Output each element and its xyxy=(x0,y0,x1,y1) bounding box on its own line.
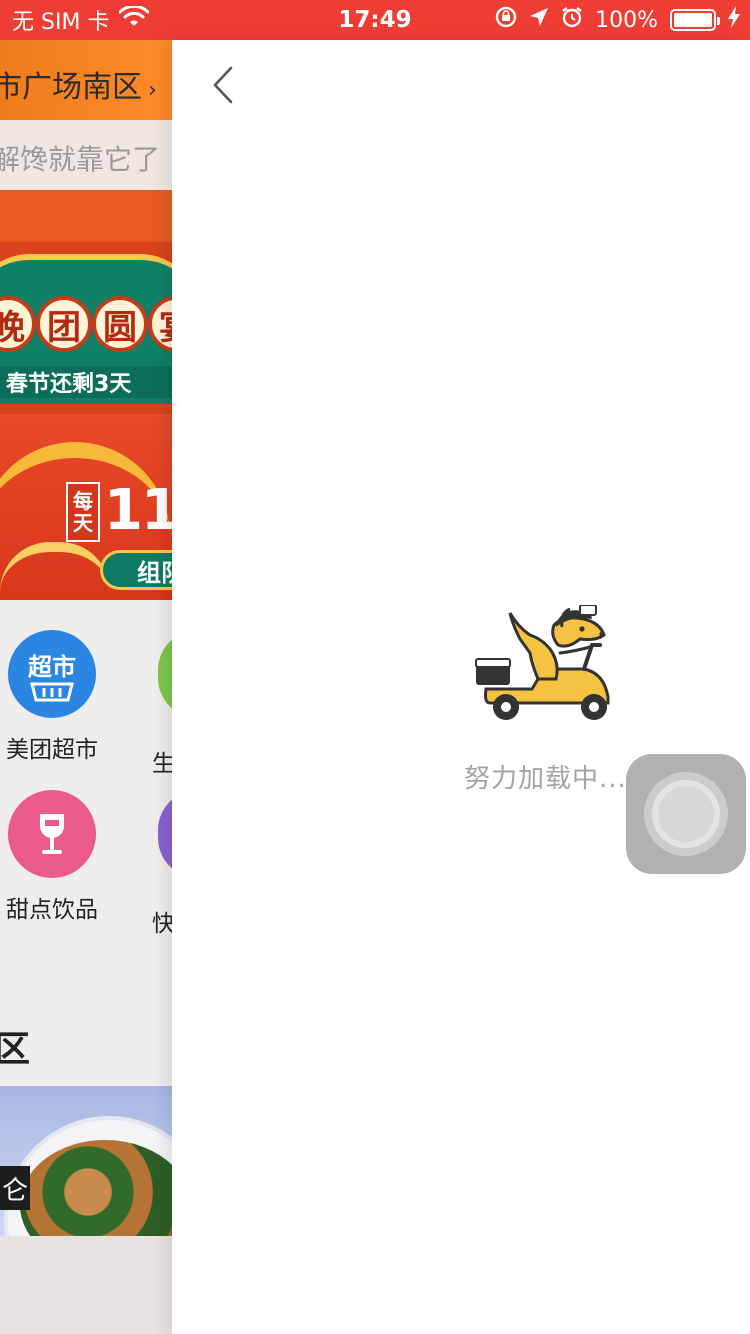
food-tag: 仑 xyxy=(0,1166,30,1210)
battery-percent: 100% xyxy=(595,7,658,33)
supermarket-icon-text: 超市 xyxy=(28,652,76,681)
back-button[interactable] xyxy=(200,62,246,108)
food-card[interactable]: 仑 xyxy=(0,1086,172,1236)
search-bar[interactable]: 解馋就靠它了 xyxy=(0,120,172,190)
address-selector[interactable]: 市广场南区 › xyxy=(0,62,157,106)
search-placeholder: 解馋就靠它了 xyxy=(0,143,161,176)
address-text: 市广场南区 xyxy=(0,70,142,105)
category-partial-icon[interactable] xyxy=(158,630,172,718)
banner-badge: 晚 xyxy=(0,296,36,352)
banner-daily-label: 每 天 xyxy=(66,482,100,542)
section-title: 区 xyxy=(0,1029,31,1070)
location-arrow-icon xyxy=(529,7,549,33)
orientation-lock-icon xyxy=(495,6,517,34)
category-label: 美团超市 xyxy=(6,737,98,763)
category-partial-label: 快 xyxy=(152,911,172,937)
banner-tag: 组队 xyxy=(100,550,172,590)
assistive-touch-ring-outer xyxy=(644,772,728,856)
status-bar: 无 SIM 卡 17:49 100% xyxy=(0,0,750,40)
home-header: 市广场南区 › xyxy=(0,40,172,120)
chevron-left-icon xyxy=(213,66,233,104)
banner-badge: 宴 xyxy=(148,296,172,352)
assistive-touch-button[interactable] xyxy=(626,754,746,874)
assistive-touch-core xyxy=(658,786,714,842)
battery-icon xyxy=(670,9,720,31)
banner-daily-char: 天 xyxy=(73,511,93,535)
supermarket-icon: 超市 xyxy=(8,630,96,718)
banner-ribbon: 春节还剩3天 xyxy=(0,366,172,398)
charging-icon xyxy=(728,6,740,34)
promo-banner[interactable]: 晚 团 圆 宴 春节还剩3天 每 天 11 组队 xyxy=(0,242,172,600)
loading-text: 努力加载中... xyxy=(464,764,627,794)
assistive-touch-ring-inner xyxy=(652,780,720,848)
banner-big-number: 11 xyxy=(104,478,172,543)
category-label: 甜点饮品 xyxy=(6,897,98,923)
previous-screen: 市广场南区› 解馋就靠它了 晚 团 圆 宴 春节还剩3天 每 天 11 组队 超… xyxy=(0,40,172,1334)
banner-daily-char: 每 xyxy=(73,489,93,513)
header-band xyxy=(0,190,172,242)
status-right: 100% xyxy=(495,0,740,40)
banner-badge: 团 xyxy=(36,296,92,352)
wine-glass-icon xyxy=(8,790,96,878)
alarm-icon xyxy=(561,6,583,34)
banner-badge: 圆 xyxy=(92,296,148,352)
loading-panel: 努力加载中... xyxy=(172,40,750,1334)
address-chevron-icon: › xyxy=(148,78,157,103)
bottom-area xyxy=(0,1236,172,1334)
category-partial-icon[interactable] xyxy=(158,790,172,878)
banner-badges: 晚 团 圆 宴 xyxy=(0,296,172,352)
category-supermarket[interactable]: 超市 美团超市 xyxy=(0,630,117,764)
kangaroo-scooter-icon xyxy=(472,604,622,725)
category-partial-label: 生 xyxy=(152,751,172,777)
category-desserts[interactable]: 甜点饮品 xyxy=(0,790,117,924)
